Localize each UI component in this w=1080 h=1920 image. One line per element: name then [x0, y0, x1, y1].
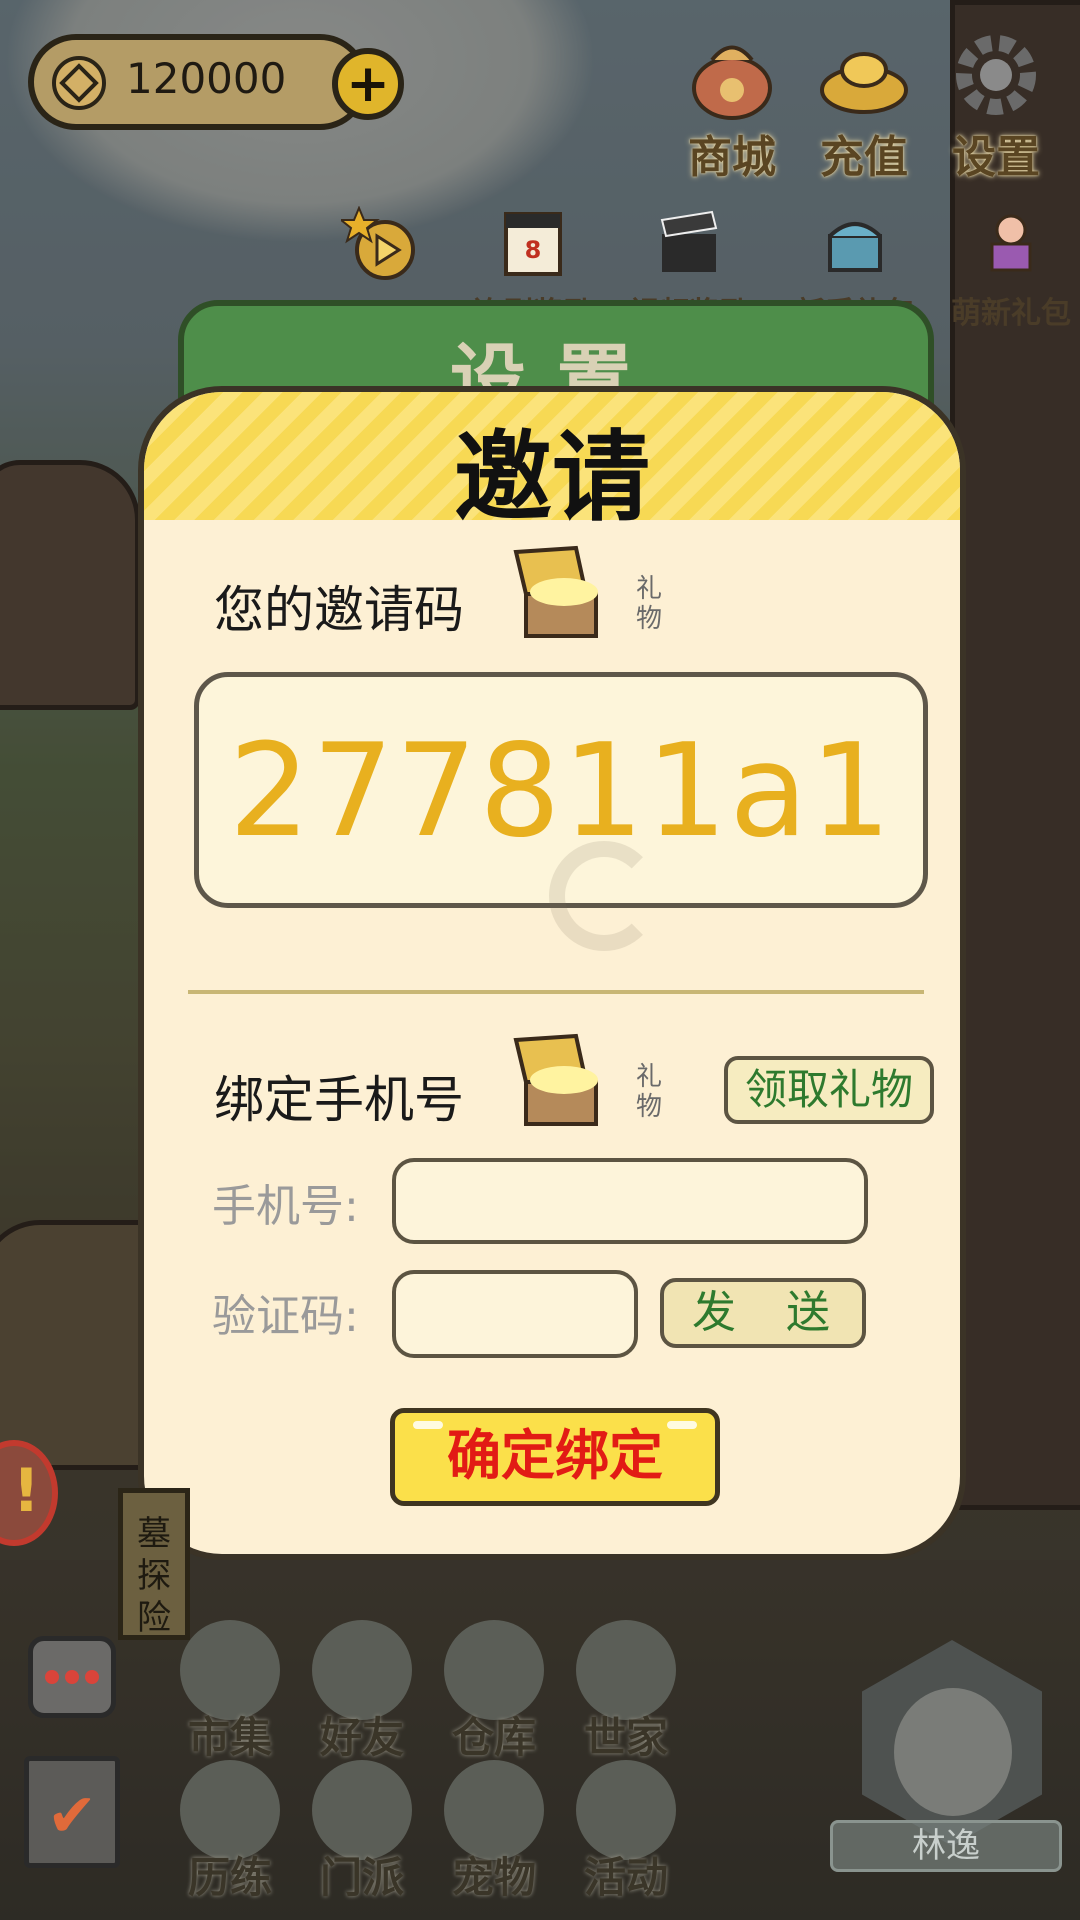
lucky-bag-icon — [692, 45, 772, 120]
menu-training[interactable]: 历练 — [170, 1760, 290, 1905]
verification-code-label: 验证码: — [212, 1291, 359, 1342]
gift-chest-icon — [513, 545, 598, 638]
phone-input[interactable] — [392, 1158, 868, 1244]
gift-chest-icon — [513, 1033, 598, 1126]
menu-clan[interactable]: 世家 — [566, 1620, 686, 1765]
menu-events[interactable]: 活动 — [566, 1760, 686, 1905]
menu-training-label: 历练 — [187, 1853, 272, 1902]
recharge-button[interactable]: 充值 — [804, 30, 924, 185]
avatar — [894, 1688, 1012, 1816]
loading-spinner-icon — [549, 841, 659, 951]
treasure-chest-icon — [828, 222, 882, 272]
gold-ingot-icon — [820, 52, 908, 114]
menu-warehouse-label: 仓库 — [451, 1713, 536, 1762]
gear-icon — [956, 35, 1036, 115]
task-button[interactable]: ✔ — [24, 1756, 120, 1868]
bind-gift-note: 礼物 — [636, 1062, 663, 1122]
shop-label: 商城 — [688, 132, 776, 183]
pig-mascot-icon — [990, 214, 1032, 272]
invite-gift-note: 礼物 — [636, 574, 663, 634]
coin-counter: 120000 — [28, 34, 368, 130]
invite-dialog: 邀请 您的邀请码 礼物 277811a1 绑定手机号 礼物 领取礼物 手机号: … — [138, 386, 966, 1560]
invite-code-label: 您的邀请码 — [214, 581, 464, 639]
settings-label: 设置 — [952, 132, 1040, 183]
button-shine — [667, 1421, 697, 1429]
calendar-icon: 8 — [504, 212, 562, 276]
add-coins-button[interactable]: + — [332, 48, 404, 120]
coin-icon — [52, 56, 106, 110]
menu-clan-label: 世家 — [583, 1713, 668, 1762]
menu-friends-label: 好友 — [319, 1713, 404, 1762]
clapper-icon — [660, 210, 718, 272]
verification-code-input[interactable] — [392, 1270, 638, 1358]
menu-market[interactable]: 市集 — [170, 1620, 290, 1765]
cute-pack-label: 萌新礼包 — [951, 296, 1071, 331]
button-shine — [413, 1421, 443, 1429]
player-name: 林逸 — [830, 1820, 1062, 1872]
menu-events-label: 活动 — [583, 1853, 668, 1902]
menu-friends[interactable]: 好友 — [302, 1620, 422, 1765]
menu-pets-label: 宠物 — [451, 1853, 536, 1902]
menu-sect[interactable]: 门派 — [302, 1760, 422, 1905]
invite-dialog-title: 邀请 — [453, 421, 650, 535]
star-play-icon — [338, 205, 415, 280]
section-divider — [188, 990, 924, 994]
send-code-button[interactable]: 发 送 — [660, 1278, 866, 1348]
invite-code-value: 277811a1 — [228, 717, 894, 866]
phone-label: 手机号: — [212, 1181, 359, 1232]
confirm-bind-label: 确定绑定 — [447, 1424, 663, 1487]
menu-sect-label: 门派 — [319, 1853, 404, 1902]
tomb-explore-button[interactable]: 墓探险 — [118, 1488, 190, 1640]
menu-market-label: 市集 — [187, 1713, 272, 1762]
coin-value: 120000 — [126, 54, 287, 103]
star-play-button[interactable] — [318, 205, 438, 288]
claim-gift-button[interactable]: 领取礼物 — [724, 1056, 934, 1124]
menu-warehouse[interactable]: 仓库 — [434, 1620, 554, 1765]
invite-code-box: 277811a1 — [194, 672, 928, 951]
chat-button[interactable] — [28, 1636, 116, 1718]
bind-phone-label: 绑定手机号 — [214, 1071, 464, 1129]
cute-pack-button[interactable]: 萌新礼包 — [944, 206, 1078, 332]
confirm-bind-button[interactable]: 确定绑定 — [390, 1408, 720, 1506]
settings-button[interactable]: 设置 — [936, 30, 1056, 185]
shop-button[interactable]: 商城 — [672, 30, 792, 185]
svg-text:8: 8 — [525, 236, 542, 264]
menu-pets[interactable]: 宠物 — [434, 1760, 554, 1905]
recharge-label: 充值 — [820, 132, 908, 183]
